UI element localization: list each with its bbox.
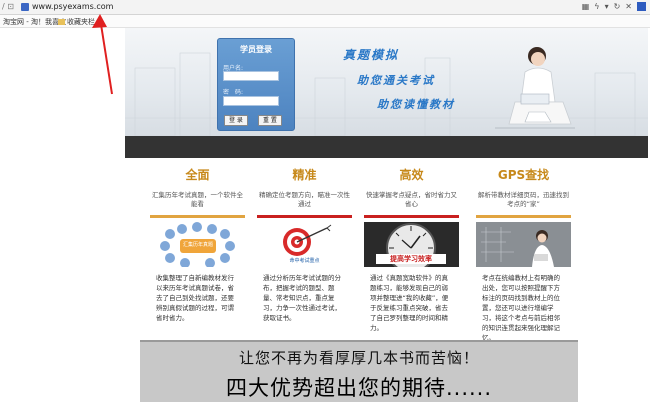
feature-desc: 解析带教材详细页码，迅速找到考点的“家” xyxy=(478,191,569,208)
favorites-bar: 淘宝网 - 淘！我喜欢 收藏夹栏 xyxy=(0,15,650,28)
feature-divider xyxy=(476,215,571,218)
feature-image: 命中考试重点 xyxy=(257,222,352,267)
feature-efficient: 高效 快速掌握考点疑点，省时省力又省心 提高学习效率 通过《真题宽助软件》的真题… xyxy=(364,166,459,333)
feature-precise: 精准 精确定位考题方向，瞄准一次性通过 命中考试重点 通过分析历年考试试题的分布… xyxy=(257,166,352,323)
feature-divider xyxy=(150,215,245,218)
stop-icon[interactable]: ✕ xyxy=(625,2,632,11)
slogan-3: 助您读懂教材 xyxy=(377,98,455,111)
feature-body: 通过《真题宽助软件》的真题练习，能够发现自己的弱项并整理进“我的收藏”，便于反复… xyxy=(370,274,449,332)
feature-desc: 快速掌握考点疑点，省时省力又省心 xyxy=(366,191,457,208)
refresh-icon[interactable]: ↻ xyxy=(614,2,621,11)
reset-button[interactable]: 重 置 xyxy=(258,115,282,126)
lightning-icon[interactable]: ϟ xyxy=(594,2,599,11)
login-button[interactable]: 登 录 xyxy=(224,115,248,126)
nav-arrows-icon[interactable]: / ⊡ xyxy=(2,2,14,11)
student-illustration xyxy=(495,47,575,129)
feature-image-caption: 提高学习效率 xyxy=(376,254,446,264)
feature-desc: 汇集历年考试真题，一个软件全能看 xyxy=(152,191,243,208)
banner-divider xyxy=(125,136,648,158)
username-input[interactable] xyxy=(223,71,279,81)
feature-image: 汇集历年真题 xyxy=(150,222,245,267)
bottom-line-2: 四大优势超出您的期待...... xyxy=(225,376,493,400)
login-title: 学员登录 xyxy=(240,45,272,54)
feature-image-caption: 命中考试重点 xyxy=(289,258,320,264)
feature-body: 收集整理了自新编教材发行以来历年考试真题试卷，省去了自己到处找试题，还要辨别真假… xyxy=(156,274,234,322)
slogan-1: 真题模拟 xyxy=(343,48,400,62)
hero-banner: 学员登录 用户名: 密 码: 登 录 重 置 真题模拟 助您通关考试 助您读懂教… xyxy=(125,28,648,136)
password-input[interactable] xyxy=(223,96,279,106)
address-bar: / ⊡ www.psyexams.com ▦ ϟ ▾ ↻ ✕ xyxy=(0,0,650,15)
feature-image: 提高学习效率 xyxy=(364,222,459,267)
site-favicon-icon xyxy=(21,3,29,11)
feature-divider xyxy=(364,215,459,218)
url-field[interactable]: www.psyexams.com xyxy=(32,2,113,11)
feature-title: 精准 xyxy=(292,168,317,182)
feature-body: 考点在统编教材上有明确的出处，您可以按照提醒下方标注的页码找到教材上的位置，您还… xyxy=(482,274,560,342)
feature-gps-lookup: GPS查找 解析带教材详细页码，迅速找到考点的“家” 考点在统编教材上有明确的出… xyxy=(476,166,571,343)
favorite-item-folder[interactable]: 收藏夹栏 xyxy=(58,17,95,27)
folder-icon xyxy=(58,19,65,25)
search-provider-icon[interactable] xyxy=(637,2,646,11)
favorite-item-taobao[interactable]: 淘宝网 - 淘！我喜欢 xyxy=(3,17,66,27)
feature-comprehensive: 全面 汇集历年考试真题，一个软件全能看 汇集历年真题 收集整理了自新编教材发行以… xyxy=(150,166,245,323)
feature-title: 高效 xyxy=(399,168,424,182)
slogan-2: 助您通关考试 xyxy=(357,74,435,87)
feature-body: 通过分析历年考试试题的分布，把握考试的题型、题量、常考知识点，重点复习，力争一次… xyxy=(263,274,341,322)
password-label: 密 码: xyxy=(223,89,244,96)
bottom-slogan-banner: 让您不再为看厚厚几本书而苦恼！ 四大优势超出您的期待...... xyxy=(140,340,578,402)
feature-title: GPS查找 xyxy=(497,168,550,182)
feature-title: 全面 xyxy=(185,168,210,182)
compat-icon[interactable]: ▦ xyxy=(582,2,590,11)
feature-image xyxy=(476,222,571,267)
feature-divider xyxy=(257,215,352,218)
bottom-line-1: 让您不再为看厚厚几本书而苦恼！ xyxy=(238,349,479,367)
login-panel: 学员登录 用户名: 密 码: 登 录 重 置 xyxy=(217,38,295,131)
dropdown-icon[interactable]: ▾ xyxy=(605,2,609,11)
feature-image-caption: 汇集历年真题 xyxy=(182,242,213,248)
feature-desc: 精确定位考题方向，瞄准一次性通过 xyxy=(259,191,350,208)
toolbar-icons: ▦ ϟ ▾ ↻ ✕ xyxy=(582,2,646,11)
